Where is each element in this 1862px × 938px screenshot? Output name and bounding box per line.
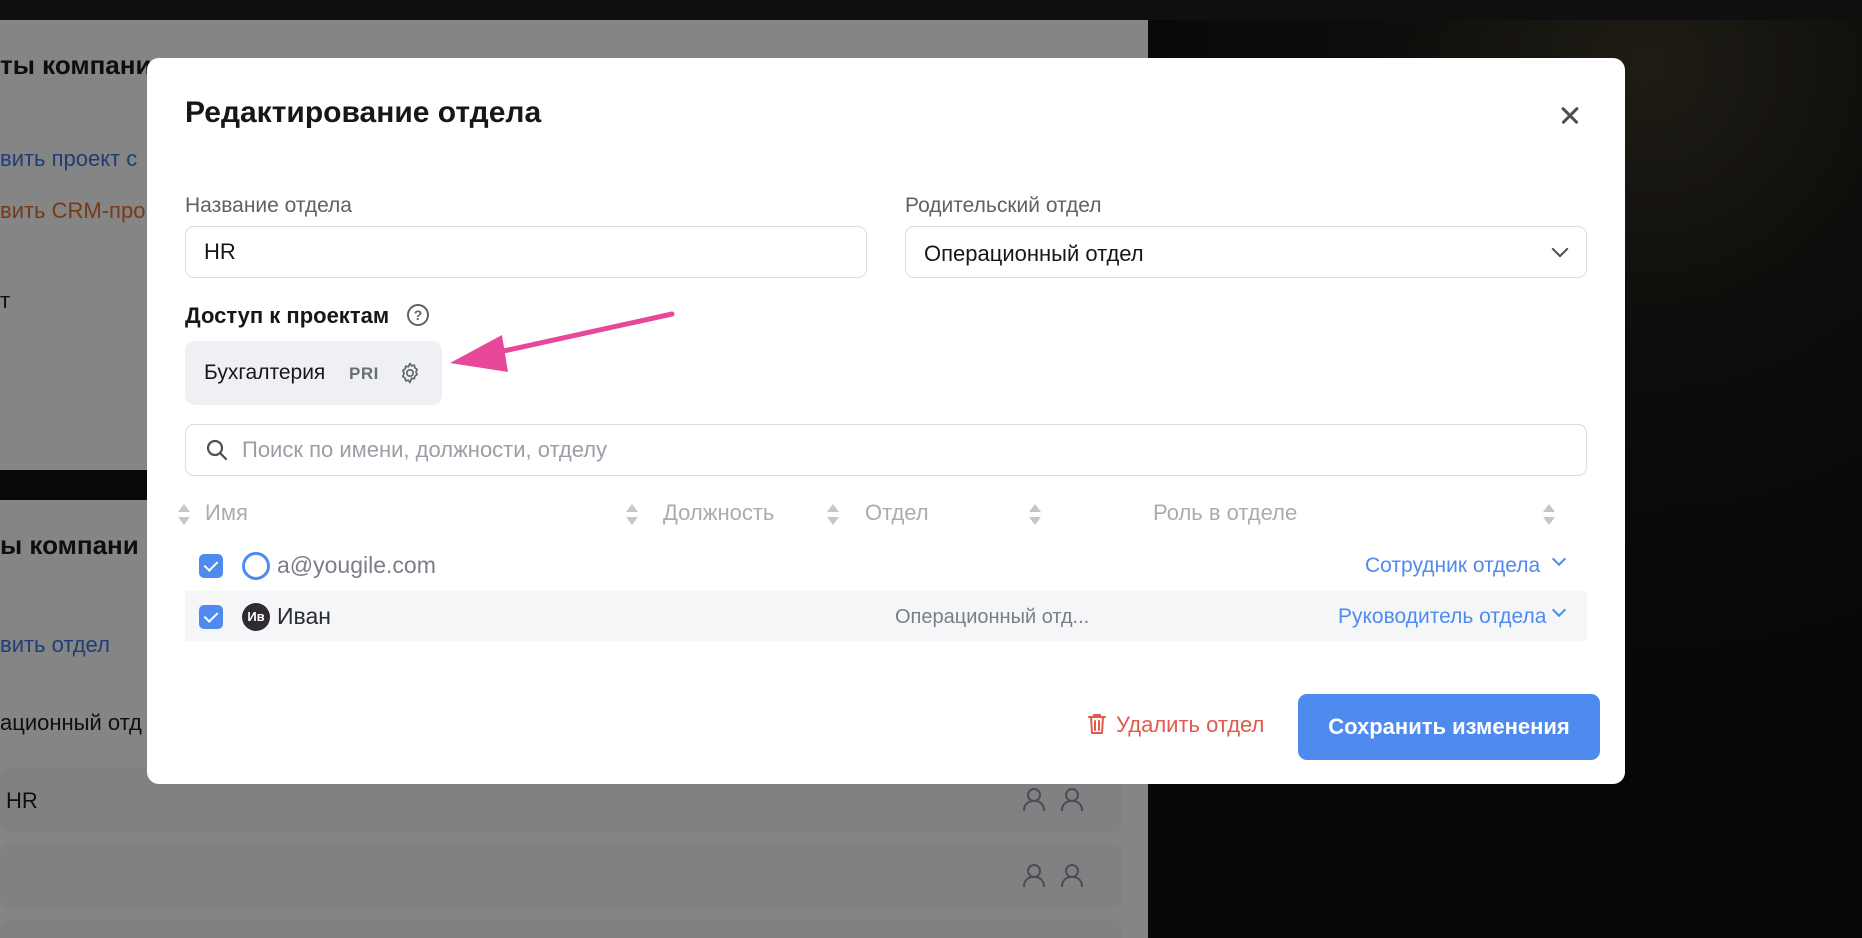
sort-icon[interactable] (626, 504, 638, 526)
chevron-down-icon[interactable] (1551, 602, 1567, 618)
gear-icon[interactable] (398, 361, 422, 385)
sort-icon[interactable] (827, 504, 839, 526)
department-name-label: Название отдела (185, 194, 352, 217)
sort-icon[interactable] (1543, 504, 1555, 526)
column-header-position[interactable]: Должность (663, 500, 774, 526)
search-input[interactable] (242, 433, 1562, 467)
row-checkbox[interactable] (199, 554, 223, 578)
role-select[interactable]: Руководитель отдела (1338, 605, 1546, 629)
save-changes-button[interactable]: Сохранить изменения (1298, 694, 1600, 760)
member-search[interactable] (185, 424, 1587, 476)
project-chip[interactable]: Бухгалтерия PRI (185, 341, 442, 405)
column-header-role[interactable]: Роль в отделе (1153, 500, 1297, 526)
member-name: a@yougile.com (277, 552, 436, 578)
trash-icon (1088, 714, 1106, 734)
department-name-input[interactable] (185, 226, 867, 278)
parent-department-label: Родительский отдел (905, 194, 1102, 217)
sort-icon[interactable] (178, 504, 190, 526)
row-checkbox[interactable] (199, 605, 223, 629)
table-row[interactable]: a@yougile.com Сотрудник отдела (185, 540, 1587, 590)
search-icon (206, 439, 228, 461)
sort-icon[interactable] (1029, 504, 1041, 526)
help-icon[interactable]: ? (407, 304, 429, 326)
column-header-name[interactable]: Имя (205, 500, 248, 526)
chevron-down-icon (1551, 240, 1569, 258)
delete-department-label: Удалить отдел (1116, 712, 1265, 737)
member-department: Операционный отд... (895, 606, 1090, 628)
chevron-down-icon[interactable] (1551, 551, 1567, 567)
edit-department-modal: Редактирование отдела Название отдела Ро… (147, 58, 1625, 784)
avatar (242, 552, 270, 580)
table-row[interactable]: Ив Иван Операционный отд... Руководитель… (185, 591, 1587, 641)
parent-department-select[interactable]: Операционный отдел (905, 226, 1587, 278)
project-access-title: Доступ к проектам (185, 303, 390, 328)
role-select[interactable]: Сотрудник отдела (1365, 554, 1540, 578)
close-icon[interactable] (1555, 100, 1585, 130)
member-name: Иван (277, 603, 331, 629)
column-header-department[interactable]: Отдел (865, 500, 929, 526)
avatar: Ив (242, 603, 270, 631)
project-tag: PRI (349, 364, 379, 383)
parent-department-value: Операционный отдел (924, 241, 1144, 266)
project-name: Бухгалтерия (204, 361, 326, 384)
modal-title: Редактирование отдела (185, 96, 542, 129)
